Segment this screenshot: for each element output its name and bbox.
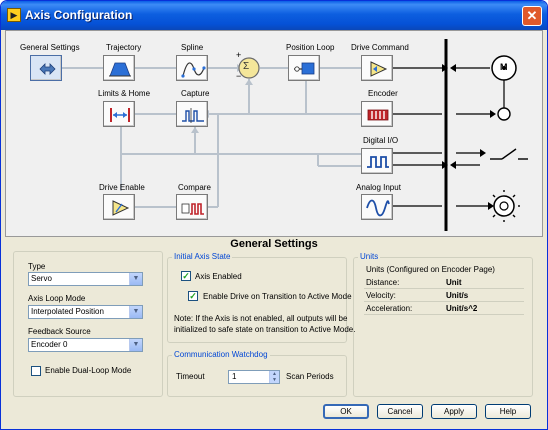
- spline-button[interactable]: [176, 55, 208, 81]
- drive-enable-button[interactable]: [103, 194, 135, 220]
- general-settings-heading: General Settings: [230, 238, 318, 250]
- axis-loop-mode-value: Interpolated Position: [31, 307, 104, 316]
- cancel-button[interactable]: Cancel: [377, 404, 423, 419]
- timeout-value: 1: [232, 372, 237, 381]
- window-title: Axis Configuration: [25, 8, 133, 22]
- enable-drive-label: Enable Drive on Transition to Active Mod…: [203, 292, 352, 301]
- block-label-analog-input: Analog Input: [356, 183, 401, 192]
- feedback-source-value: Encoder 0: [31, 340, 68, 349]
- title-bar[interactable]: ▶ Axis Configuration ✕: [1, 1, 547, 30]
- spinner-arrows-icon[interactable]: ▲ ▼: [269, 371, 279, 383]
- chevron-down-icon[interactable]: ▼: [129, 306, 142, 318]
- chevron-down-icon[interactable]: ▼: [129, 273, 142, 285]
- enable-drive-checkbox[interactable]: ✓: [188, 291, 198, 301]
- limit-switch-icon: [110, 108, 130, 122]
- general-settings-button[interactable]: [30, 55, 62, 81]
- units-group: Units Units (Configured on Encoder Page)…: [353, 252, 533, 397]
- drive-enable-icon: [112, 200, 130, 216]
- block-label-position-loop: Position Loop: [286, 43, 335, 52]
- switch-icon: [490, 148, 528, 160]
- block-label-capture: Capture: [181, 89, 210, 98]
- velocity-value: Unit/s: [446, 291, 469, 300]
- acceleration-label: Acceleration:: [366, 304, 413, 313]
- block-label-drive-command: Drive Command: [351, 43, 409, 52]
- minus-sign: −: [236, 71, 242, 81]
- distance-value: Unit: [446, 278, 462, 287]
- block-label-compare: Compare: [178, 183, 211, 192]
- units-legend: Units: [358, 252, 381, 261]
- axis-enabled-label: Axis Enabled: [195, 272, 242, 281]
- trapezoid-profile-icon: [109, 62, 131, 77]
- square-wave-icon: [367, 156, 389, 168]
- note-line-1: Note: If the Axis is not enabled, all ou…: [174, 314, 348, 323]
- distance-label: Distance:: [366, 278, 400, 287]
- axis-block-diagram: Σ + − M General Settings Trajectory Spli…: [5, 30, 543, 237]
- block-label-limits-home: Limits & Home: [98, 89, 151, 98]
- encoder-button[interactable]: [361, 101, 393, 127]
- type-select-value: Servo: [31, 274, 52, 283]
- axis-loop-mode-select[interactable]: Interpolated Position ▼: [28, 305, 143, 319]
- block-label-trajectory: Trajectory: [106, 43, 142, 52]
- block-label-digital-io: Digital I/O: [363, 136, 399, 145]
- compare-pulse-icon: [181, 203, 204, 215]
- capture-button[interactable]: [176, 101, 208, 127]
- gear-arrows-icon: [39, 63, 56, 75]
- sine-wave-icon: [366, 199, 390, 217]
- type-select[interactable]: Servo ▼: [28, 272, 143, 286]
- summing-symbol: Σ: [243, 61, 250, 72]
- axis-configuration-window: ▶ Axis Configuration ✕ Σ + − M General S…: [0, 0, 548, 430]
- apply-button[interactable]: Apply: [431, 404, 477, 419]
- timeout-input[interactable]: 1 ▲ ▼: [228, 370, 280, 384]
- plus-sign: +: [236, 50, 242, 60]
- block-label-encoder: Encoder: [368, 89, 398, 98]
- digital-io-button[interactable]: [361, 148, 393, 174]
- ok-button[interactable]: OK: [323, 404, 369, 419]
- block-label-drive-enable: Drive Enable: [99, 183, 145, 192]
- analog-input-button[interactable]: [361, 194, 393, 220]
- type-label: Type: [28, 262, 46, 271]
- pid-loop-icon: [294, 62, 315, 75]
- labview-icon: ▶: [7, 8, 21, 22]
- position-loop-button[interactable]: [288, 55, 320, 81]
- dual-loop-checkbox[interactable]: [31, 366, 41, 376]
- feedback-source-label: Feedback Source: [28, 327, 91, 336]
- encoder-disc-icon: [497, 107, 511, 121]
- trajectory-button[interactable]: [103, 55, 135, 81]
- compare-button[interactable]: [176, 194, 208, 220]
- limits-home-button[interactable]: [103, 101, 135, 127]
- motor-label: M: [500, 62, 508, 72]
- units-caption: Units (Configured on Encoder Page): [366, 265, 495, 274]
- dual-loop-label: Enable Dual-Loop Mode: [45, 366, 132, 375]
- initial-axis-state-group: Initial Axis State ✓ Axis Enabled ✓ Enab…: [167, 252, 355, 343]
- encoder-icon: [367, 109, 389, 121]
- axis-loop-mode-label: Axis Loop Mode: [28, 294, 86, 303]
- initial-axis-state-legend: Initial Axis State: [172, 252, 233, 261]
- scan-periods-label: Scan Periods: [286, 372, 334, 381]
- chevron-down-icon[interactable]: ▼: [129, 339, 142, 351]
- block-label-general-settings: General Settings: [20, 43, 80, 52]
- drive-command-button[interactable]: [361, 55, 393, 81]
- spline-curve-icon: [181, 62, 206, 78]
- communication-watchdog-group: Communication Watchdog Timeout 1 ▲ ▼ Scan…: [167, 350, 347, 397]
- communication-watchdog-legend: Communication Watchdog: [172, 350, 270, 359]
- velocity-label: Velocity:: [366, 291, 396, 300]
- close-button[interactable]: ✕: [522, 6, 542, 26]
- block-label-spline: Spline: [181, 43, 204, 52]
- capture-pulse-icon: [182, 108, 204, 123]
- amplifier-icon: [370, 61, 388, 77]
- help-button[interactable]: Help: [485, 404, 531, 419]
- timeout-label: Timeout: [176, 372, 205, 381]
- axis-enabled-checkbox[interactable]: ✓: [181, 271, 191, 281]
- diagram-wiring: [60, 39, 528, 231]
- feedback-source-select[interactable]: Encoder 0 ▼: [28, 338, 143, 352]
- note-line-2: initialized to safe state on transition …: [174, 325, 356, 334]
- acceleration-value: Unit/s^2: [446, 304, 478, 313]
- axis-type-panel: Type Servo ▼ Axis Loop Mode Interpolated…: [13, 251, 163, 397]
